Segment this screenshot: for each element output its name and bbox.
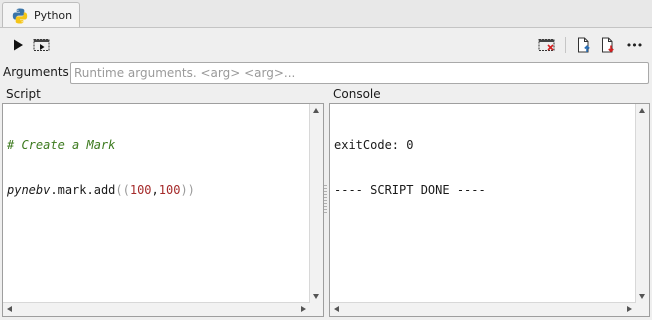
script-vertical-scrollbar[interactable] [309, 104, 323, 303]
run-script-button[interactable] [8, 35, 28, 55]
scroll-right-arrow[interactable] [301, 306, 306, 312]
code-line: # Create a Mark [7, 138, 195, 153]
console-line: exitCode: 0 [334, 138, 414, 152]
code-line: pynebv.mark.add((100,100)) [7, 183, 195, 198]
code-call: mark.add [57, 183, 116, 197]
arguments-label: Arguments [3, 65, 69, 79]
code-number: 100 [129, 183, 152, 197]
script-label: Script [6, 87, 41, 101]
toolbar-separator [565, 37, 566, 53]
arguments-input[interactable] [70, 62, 649, 84]
scroll-corner [310, 303, 323, 316]
clear-console-icon [538, 39, 555, 51]
import-script-button[interactable] [574, 35, 594, 55]
clear-console-button[interactable] [537, 35, 557, 55]
tab-bar: Python [0, 0, 652, 28]
scroll-corner [636, 303, 649, 316]
tab-python[interactable]: Python [2, 2, 80, 27]
play-icon [14, 39, 23, 51]
script-horizontal-scrollbar[interactable] [3, 302, 310, 316]
python-icon [12, 8, 28, 24]
code-number: 100 [158, 183, 181, 197]
console-label: Console [333, 87, 381, 101]
code-comment: # Create a Mark [7, 138, 116, 152]
run-in-window-button[interactable] [32, 35, 52, 55]
tab-label: Python [34, 9, 73, 22]
scroll-right-arrow[interactable] [627, 306, 632, 312]
code-paren-open: (( [115, 183, 130, 197]
code-dot: . [50, 183, 58, 197]
console-output[interactable]: exitCode: 0 ---- SCRIPT DONE ---- [329, 103, 650, 317]
scroll-left-arrow[interactable] [334, 306, 339, 312]
more-icon: ••• [625, 38, 643, 52]
console-text: exitCode: 0 ---- SCRIPT DONE ---- [334, 108, 486, 228]
console-line: ---- SCRIPT DONE ---- [334, 183, 486, 197]
scroll-up-arrow[interactable] [639, 108, 645, 113]
script-code[interactable]: # Create a Mark pynebv.mark.add((100,100… [7, 108, 195, 228]
scroll-up-arrow[interactable] [313, 108, 319, 113]
scroll-left-arrow[interactable] [7, 306, 12, 312]
import-file-icon [578, 37, 590, 53]
script-editor[interactable]: # Create a Mark pynebv.mark.add((100,100… [2, 103, 324, 317]
console-horizontal-scrollbar[interactable] [330, 302, 636, 316]
export-file-icon [602, 37, 614, 53]
more-options-button[interactable]: ••• [623, 35, 645, 55]
scroll-down-arrow[interactable] [313, 294, 319, 299]
code-paren-close: )) [180, 183, 195, 197]
code-object: pynebv [7, 183, 51, 197]
scroll-down-arrow[interactable] [639, 294, 645, 299]
console-vertical-scrollbar[interactable] [635, 104, 649, 303]
code-comma: , [151, 183, 159, 197]
toolbar: ••• [0, 28, 652, 60]
export-script-button[interactable] [598, 35, 618, 55]
run-in-window-icon [33, 39, 50, 51]
pane-splitter-handle[interactable] [324, 185, 327, 217]
